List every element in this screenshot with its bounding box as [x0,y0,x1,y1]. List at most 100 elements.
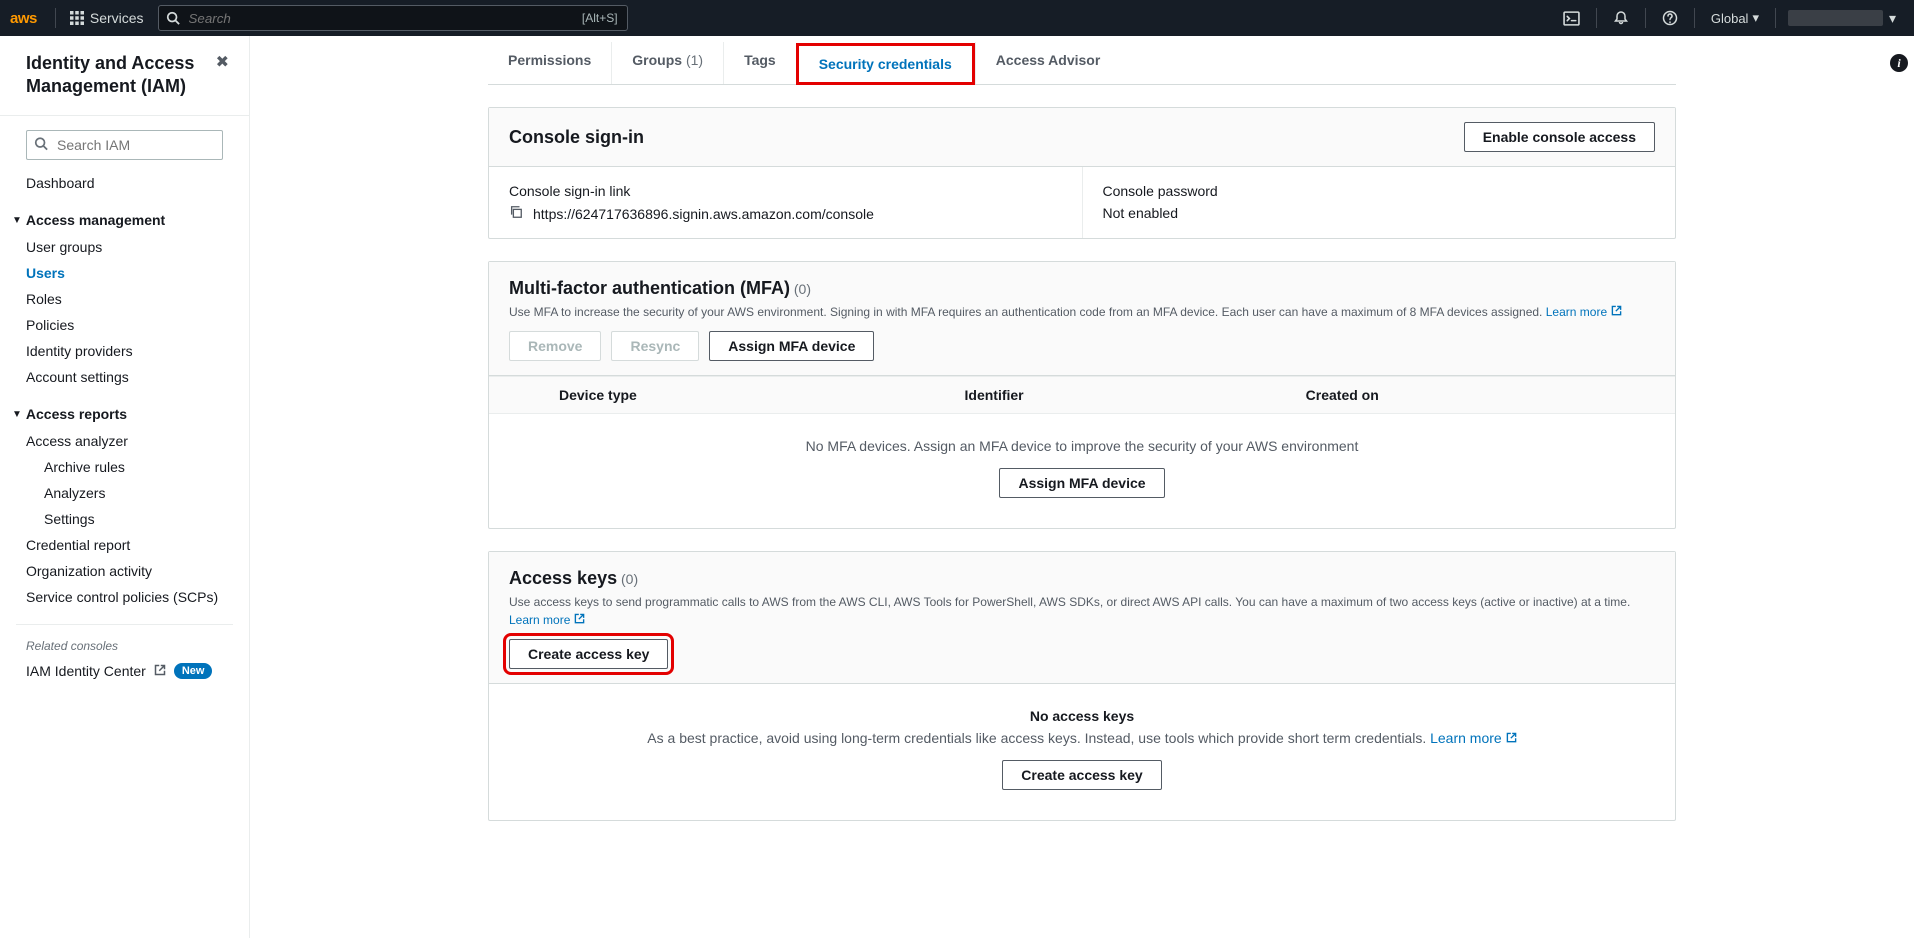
divider [16,624,233,625]
access-keys-learn-more-link[interactable]: Learn more [509,611,585,629]
account-name-redacted [1788,10,1883,26]
notifications-button[interactable] [1601,0,1641,36]
copy-button[interactable] [509,205,523,222]
divider [1775,8,1776,28]
close-icon: ✖ [216,54,229,71]
nav-organization-activity[interactable]: Organization activity [0,558,249,584]
mfa-table: Device type Identifier Created on [489,376,1675,414]
region-selector[interactable]: Global ▾ [1699,0,1771,36]
console-signin-panel: Console sign-in Enable console access Co… [488,107,1676,239]
console-password-label: Console password [1103,183,1656,199]
mfa-remove-button[interactable]: Remove [509,331,601,361]
nav-dashboard[interactable]: Dashboard [0,170,249,196]
caret-down-icon: ▼ [12,409,22,420]
nav-policies[interactable]: Policies [0,312,249,338]
divider [1596,8,1597,28]
create-access-key-button[interactable]: Create access key [509,639,668,669]
global-search-input[interactable] [158,5,628,31]
nav-credential-report[interactable]: Credential report [0,532,249,558]
console-signin-link-label: Console sign-in link [509,183,1062,199]
access-keys-title: Access keys [509,568,617,588]
related-consoles-label: Related consoles [0,639,249,653]
external-link-icon [1506,730,1517,746]
account-menu[interactable]: ▾ [1780,10,1904,27]
mfa-learn-more-link[interactable]: Learn more [1546,303,1622,321]
nav-users[interactable]: Users [0,260,249,286]
top-nav: aws Services [Alt+S] [0,0,1914,36]
caret-down-icon: ▾ [1889,10,1896,27]
services-label: Services [90,10,144,26]
help-icon [1662,10,1678,26]
sidebar-close-button[interactable]: ✖ [216,52,229,72]
nav-account-settings[interactable]: Account settings [0,364,249,390]
region-label: Global [1711,11,1749,26]
nav-scps[interactable]: Service control policies (SCPs) [0,584,249,610]
console-signin-title: Console sign-in [509,127,644,148]
enable-console-access-button[interactable]: Enable console access [1464,122,1655,152]
tab-permissions[interactable]: Permissions [488,42,611,84]
table-header-row: Device type Identifier Created on [489,377,1675,414]
nav-section-label: Access reports [26,406,127,422]
search-shortcut: [Alt+S] [582,11,618,25]
mfa-col-created-on[interactable]: Created on [1286,377,1675,414]
mfa-title: Multi-factor authentication (MFA) [509,278,790,298]
mfa-empty-assign-button[interactable]: Assign MFA device [999,468,1164,498]
tab-groups[interactable]: Groups (1) [611,42,723,84]
nav-identity-providers[interactable]: Identity providers [0,338,249,364]
nav-roles[interactable]: Roles [0,286,249,312]
bell-icon [1613,10,1629,26]
mfa-description: Use MFA to increase the security of your… [509,305,1542,319]
nav-settings[interactable]: Settings [0,506,249,532]
divider [1645,8,1646,28]
tab-access-advisor[interactable]: Access Advisor [975,42,1121,84]
caret-down-icon: ▼ [12,215,22,226]
search-wrap: [Alt+S] [158,5,628,31]
access-keys-empty-state: No access keys As a best practice, avoid… [489,684,1675,820]
access-keys-empty-learn-more-link[interactable]: Learn more [1430,730,1517,746]
nav-archive-rules[interactable]: Archive rules [0,454,249,480]
mfa-panel: Multi-factor authentication (MFA) (0) Us… [488,261,1676,529]
nav-analyzers[interactable]: Analyzers [0,480,249,506]
mfa-resync-button[interactable]: Resync [611,331,699,361]
new-badge: New [174,663,213,679]
external-link-icon [154,663,166,679]
nav-section-access-reports[interactable]: ▼ Access reports [0,400,249,428]
nav-access-analyzer[interactable]: Access analyzer [0,428,249,454]
help-button[interactable] [1650,0,1690,36]
cloudshell-button[interactable] [1552,0,1592,36]
access-keys-count: (0) [621,571,638,587]
main-content: i Permissions Groups (1) Tags Security c… [250,36,1914,938]
caret-down-icon: ▾ [1752,10,1759,26]
user-detail-tabs: Permissions Groups (1) Tags Security cre… [488,42,1676,85]
search-icon [166,11,180,25]
info-panel-toggle[interactable]: i [1890,54,1908,72]
access-keys-empty-title: No access keys [509,708,1655,724]
nav-user-groups[interactable]: User groups [0,234,249,260]
mfa-col-device-type[interactable]: Device type [539,377,945,414]
console-signin-link-value: https://624717636896.signin.aws.amazon.c… [533,206,874,222]
nav-iam-identity-center[interactable]: IAM Identity Center [26,663,146,679]
sidebar-title: Identity and Access Management (IAM) [26,52,216,97]
mfa-empty-message: No MFA devices. Assign an MFA device to … [509,438,1655,454]
nav-section-access-management[interactable]: ▼ Access management [0,206,249,234]
topnav-right: Global ▾ ▾ [1552,0,1904,36]
services-menu[interactable]: Services [70,10,144,26]
access-keys-empty-create-button[interactable]: Create access key [1002,760,1161,790]
divider [1694,8,1695,28]
access-keys-panel: Access keys (0) Use access keys to send … [488,551,1676,821]
mfa-col-identifier[interactable]: Identifier [945,377,1286,414]
sidebar: Identity and Access Management (IAM) ✖ D… [0,36,250,938]
mfa-assign-button[interactable]: Assign MFA device [709,331,874,361]
info-icon: i [1897,56,1900,71]
tab-security-credentials[interactable]: Security credentials [796,43,975,85]
mfa-count: (0) [794,281,811,297]
nav-section-label: Access management [26,212,165,228]
tab-tags[interactable]: Tags [723,42,796,84]
divider [55,8,56,28]
sidebar-search-input[interactable] [26,130,223,160]
aws-logo[interactable]: aws [10,10,37,27]
copy-icon [509,206,523,222]
search-icon [34,137,48,154]
mfa-col-checkbox [489,377,539,414]
external-link-icon [1611,303,1622,321]
